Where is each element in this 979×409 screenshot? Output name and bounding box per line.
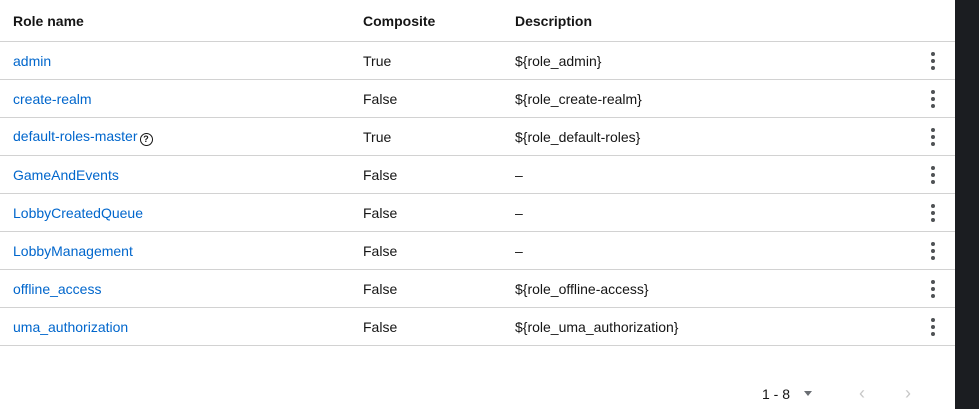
description-value: ${role_offline-access} [515,280,649,297]
role-link-admin[interactable]: admin [13,53,51,69]
composite-value: False [363,90,398,107]
kebab-menu-icon[interactable] [927,316,939,338]
description-value: – [515,166,523,183]
table-row: GameAndEvents False – [0,156,955,194]
table-header: Role name Composite Description [0,0,955,42]
role-link-uma-authorization[interactable]: uma_authorization [13,319,128,335]
composite-value: False [363,280,398,297]
description-value: – [515,204,523,221]
description-value: ${role_admin} [515,52,602,69]
role-link-lobbymanagement[interactable]: LobbyManagement [13,243,133,259]
composite-value: False [363,242,398,259]
table-row: LobbyCreatedQueue False – [0,194,955,232]
description-value: ${role_create-realm} [515,90,642,107]
role-link-create-realm[interactable]: create-realm [13,91,92,107]
help-icon[interactable]: ? [139,132,153,146]
table-row: offline_access False ${role_offline-acce… [0,270,955,308]
role-link-offline-access[interactable]: offline_access [13,281,101,297]
role-link-gameandevents[interactable]: GameAndEvents [13,167,119,183]
table-row: create-realm False ${role_create-realm} [0,80,955,118]
scrollbar[interactable] [955,0,979,409]
kebab-menu-icon[interactable] [927,88,939,110]
pagination: 1 - 8 ‹ › [762,383,944,404]
table-row: LobbyManagement False – [0,232,955,270]
table-row: uma_authorization False ${role_uma_autho… [0,308,955,346]
kebab-menu-icon[interactable] [927,202,939,224]
table-row: admin True ${role_admin} [0,42,955,80]
header-composite[interactable]: Composite [363,13,515,29]
header-description[interactable]: Description [515,13,911,29]
description-value: – [515,242,523,259]
table-row: default-roles-master? True ${role_defaul… [0,118,955,156]
kebab-menu-icon[interactable] [927,278,939,300]
kebab-menu-icon[interactable] [927,240,939,262]
kebab-menu-icon[interactable] [927,126,939,148]
header-role-name[interactable]: Role name [0,13,363,29]
composite-value: False [363,166,398,183]
composite-value: False [363,204,398,221]
composite-value: True [363,52,392,69]
pagination-range[interactable]: 1 - 8 [762,386,790,402]
role-link-default-roles-master[interactable]: default-roles-master [13,128,138,144]
kebab-menu-icon[interactable] [927,50,939,72]
kebab-menu-icon[interactable] [927,164,939,186]
role-link-lobbycreatedqueue[interactable]: LobbyCreatedQueue [13,205,143,221]
next-page-icon[interactable]: › [898,383,918,404]
composite-value: False [363,318,398,335]
roles-table: Role name Composite Description admin Tr… [0,0,955,346]
prev-page-icon[interactable]: ‹ [852,383,872,404]
chevron-down-icon[interactable] [804,391,813,396]
composite-value: True [363,128,392,145]
description-value: ${role_uma_authorization} [515,318,679,335]
description-value: ${role_default-roles} [515,128,641,145]
